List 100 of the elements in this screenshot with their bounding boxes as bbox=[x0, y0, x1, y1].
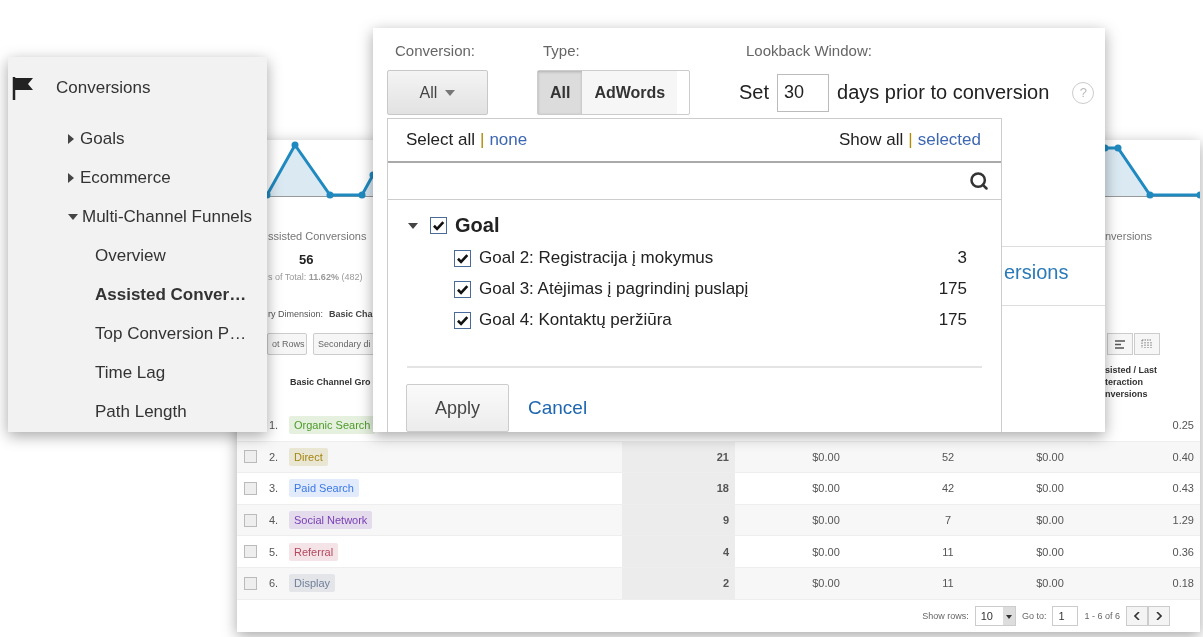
table-cell-text: $0.00 bbox=[811, 576, 841, 592]
secondary-dimension-button[interactable]: Secondary di bbox=[313, 333, 375, 355]
channel-tag[interactable]: Paid Search bbox=[289, 479, 359, 498]
sidebar-item[interactable]: Goals bbox=[8, 119, 267, 158]
caret-right-icon bbox=[68, 172, 74, 183]
table-cell: 9 bbox=[622, 504, 735, 536]
type-option[interactable]: AdWords bbox=[582, 71, 678, 114]
conversion-label: Conversion: bbox=[394, 42, 477, 59]
conversion-dropdown[interactable]: All bbox=[387, 70, 488, 115]
sidebar-item[interactable]: Top Conversion P… bbox=[8, 314, 267, 353]
chevron-right-icon bbox=[1156, 611, 1162, 620]
table-cell-text: $0.00 bbox=[811, 544, 841, 560]
table-cell-text: 0.40 bbox=[1171, 449, 1195, 465]
column-header: nversions bbox=[1105, 389, 1148, 400]
search-field[interactable] bbox=[388, 160, 1001, 200]
view-toggle-button[interactable] bbox=[1134, 333, 1160, 355]
lookback-label: Lookback Window: bbox=[745, 42, 873, 59]
table-cell-text: 42 bbox=[940, 481, 956, 497]
table-cell-text: 11 bbox=[941, 576, 955, 592]
previous-button[interactable] bbox=[1126, 605, 1148, 626]
table-cell-text: $0.00 bbox=[811, 513, 841, 529]
sidebar-item[interactable]: Overview bbox=[8, 236, 267, 275]
sidebar-item[interactable]: Time Lag bbox=[8, 353, 267, 392]
goal-checkbox[interactable] bbox=[454, 249, 471, 267]
type-label: Type: bbox=[542, 42, 581, 59]
row-checkbox[interactable] bbox=[243, 513, 257, 527]
dimension-label: ry Dimension: bbox=[268, 309, 323, 320]
table-cell-text: $0.00 bbox=[1035, 544, 1065, 560]
set-label: Set bbox=[739, 81, 770, 104]
goal-checkbox[interactable] bbox=[454, 311, 471, 329]
select-none-link[interactable]: none bbox=[489, 129, 528, 150]
type-option[interactable]: All bbox=[538, 71, 583, 114]
select-all-link[interactable]: Select all bbox=[406, 129, 475, 150]
table-cell: 4 bbox=[622, 536, 735, 567]
dropdown-icon bbox=[1002, 606, 1015, 625]
dimension-link[interactable]: Basic Cha bbox=[329, 309, 373, 320]
row-checkbox[interactable] bbox=[243, 545, 257, 559]
caret-down-icon bbox=[68, 213, 78, 220]
page-range: 1 - 6 of 6 bbox=[1084, 610, 1120, 621]
goal-count: 175 bbox=[938, 279, 967, 300]
column-header: teraction bbox=[1105, 377, 1143, 388]
table-cell-text: 0.43 bbox=[1171, 481, 1195, 497]
show-all-link[interactable]: Show all bbox=[839, 129, 904, 150]
table-cell-text: 7 bbox=[943, 513, 953, 529]
goal-checkbox[interactable] bbox=[454, 280, 471, 298]
goal-checkbox[interactable] bbox=[430, 217, 447, 235]
goal-label: Goal 4: Kontaktų peržiūra bbox=[479, 310, 673, 331]
days-suffix: days prior to conversion bbox=[837, 81, 1050, 104]
goal-count: 3 bbox=[957, 248, 967, 269]
channel-tag[interactable]: Referral bbox=[289, 542, 339, 561]
cancel-link[interactable]: Cancel bbox=[528, 397, 588, 419]
table-cell: 18 bbox=[622, 473, 735, 504]
days-field[interactable]: 30 bbox=[777, 73, 830, 112]
page-input[interactable]: 1 bbox=[1052, 605, 1079, 626]
table-cell: 2 bbox=[622, 567, 735, 599]
table-cell-text: $0.00 bbox=[811, 481, 841, 497]
apply-button[interactable]: Apply bbox=[406, 384, 509, 432]
show-rows-label: Show rows: bbox=[922, 610, 969, 621]
table-cell-text: 0.18 bbox=[1171, 576, 1195, 592]
sidebar-item[interactable]: Path Length bbox=[8, 392, 267, 431]
section-title[interactable]: Conversions bbox=[56, 78, 151, 98]
tree-label: Goal bbox=[455, 214, 500, 238]
metric-label: ssisted Conversions bbox=[268, 230, 367, 244]
align-left-icon bbox=[1115, 339, 1125, 349]
column-header: Basic Channel Gro bbox=[290, 377, 371, 388]
next-button[interactable] bbox=[1148, 605, 1170, 626]
separator: | bbox=[480, 129, 485, 150]
table-cell-text: $0.00 bbox=[811, 449, 841, 465]
table-cell-text: 0.25 bbox=[1171, 418, 1195, 434]
row-number: 1. bbox=[268, 418, 280, 434]
search-icon bbox=[969, 170, 989, 191]
metric-label: nversions bbox=[1105, 230, 1153, 244]
sidebar-item[interactable]: Ecommerce bbox=[8, 158, 267, 197]
sidebar-item[interactable]: Assisted Conver… bbox=[8, 275, 267, 314]
table-cell-text: 11 bbox=[941, 544, 955, 560]
row-number: 6. bbox=[268, 576, 280, 592]
table-cell-text: $0.00 bbox=[1035, 513, 1065, 529]
table-cell: 21 bbox=[622, 441, 735, 473]
chevron-left-icon bbox=[1134, 611, 1140, 620]
table-cell-text: $0.00 bbox=[1035, 576, 1065, 592]
metric-total: s of Total: 11.62% (482) bbox=[268, 272, 363, 283]
view-toggle-button[interactable] bbox=[1107, 333, 1133, 355]
rows-select[interactable]: 10 bbox=[974, 605, 1016, 626]
separator: | bbox=[908, 129, 913, 150]
table-cell-text: 1.29 bbox=[1171, 513, 1195, 529]
caret-right-icon bbox=[68, 133, 74, 144]
row-checkbox[interactable] bbox=[243, 482, 257, 495]
sidebar-item[interactable]: Multi-Channel Funnels bbox=[8, 197, 267, 236]
row-checkbox[interactable] bbox=[243, 576, 257, 590]
plot-rows-button[interactable]: ot Rows bbox=[267, 333, 307, 355]
metric-value: 56 bbox=[299, 252, 314, 268]
show-selected-link[interactable]: selected bbox=[917, 129, 981, 150]
row-checkbox[interactable] bbox=[243, 450, 257, 464]
row-number: 3. bbox=[268, 481, 280, 497]
channel-tag[interactable]: Social Network bbox=[289, 511, 373, 530]
table-cell-text: 0.36 bbox=[1171, 544, 1195, 560]
table-cell-text: $0.00 bbox=[1035, 449, 1065, 465]
row-number: 2. bbox=[268, 449, 280, 465]
row-number: 5. bbox=[268, 544, 280, 560]
goal-count: 175 bbox=[938, 310, 967, 331]
